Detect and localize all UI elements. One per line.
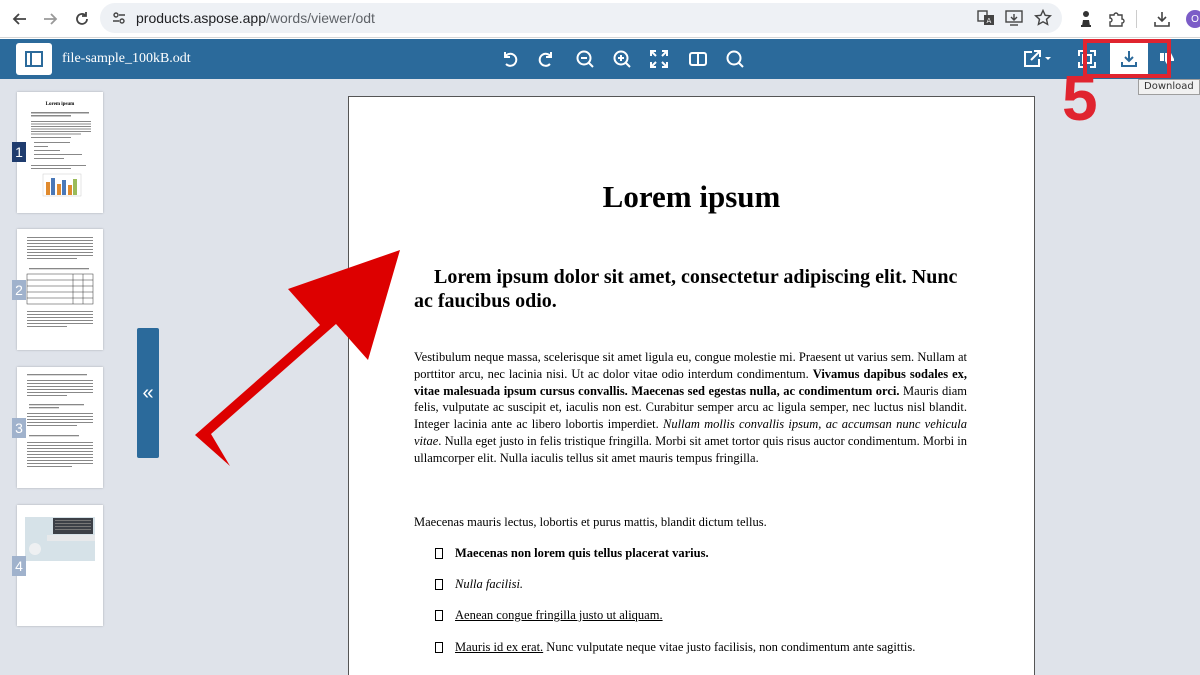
thumbnail-preview: [26, 237, 94, 327]
url-host: products.aspose.app: [136, 10, 266, 26]
download-icon: [1121, 51, 1137, 67]
zoom-in-icon[interactable]: [610, 47, 634, 71]
back-arrow-icon[interactable]: [8, 7, 32, 31]
download-button[interactable]: [1110, 42, 1148, 76]
svg-text:Lorem ipsum: Lorem ipsum: [46, 102, 75, 107]
bullet-glyph: [435, 579, 443, 590]
fit-page-icon[interactable]: [647, 47, 671, 71]
paragraph-1: Vestibulum neque massa, scelerisque sit …: [414, 349, 967, 467]
document-page: Lorem ipsum Lorem ipsum dolor sit amet, …: [348, 96, 1035, 675]
list-item-text: Maecenas non lorem quis tellus placerat …: [455, 546, 709, 560]
list-item: Maecenas non lorem quis tellus placerat …: [435, 545, 965, 562]
list-item-text: Nunc vulputate neque vitae justo facilis…: [543, 640, 916, 654]
list-item-text: Nulla facilisi.: [455, 577, 524, 591]
list-item-text: Aenean congue fringilla justo ut aliquam…: [455, 608, 663, 622]
toolbar-divider: [1136, 10, 1137, 28]
browser-toolbar: products.aspose.app/words/viewer/odt A O: [0, 0, 1200, 38]
downloads-icon[interactable]: [1150, 7, 1174, 31]
list-item: Mauris id ex erat. Nunc vulputate neque …: [435, 639, 965, 656]
paragraph-2: Maecenas mauris lectus, lobortis et puru…: [414, 515, 767, 529]
open-external-icon: [1024, 50, 1051, 67]
address-bar[interactable]: products.aspose.app/words/viewer/odt A: [100, 3, 1062, 33]
bullet-glyph: [435, 548, 443, 559]
bullet-glyph: [435, 610, 443, 621]
document-title: Lorem ipsum: [602, 179, 781, 214]
document-heading: Lorem ipsum dolor sit amet, consectetur …: [414, 266, 958, 312]
sidebar-toggle-button[interactable]: [16, 43, 52, 75]
list-item-underlined-text: Mauris id ex erat.: [455, 640, 544, 654]
thumbnail-preview: [27, 374, 93, 467]
zoom-out-icon[interactable]: [573, 47, 597, 71]
download-tooltip: Download: [1138, 79, 1200, 95]
search-icon[interactable]: [723, 47, 747, 71]
page-thumbnail-2[interactable]: [17, 229, 103, 350]
install-app-icon[interactable]: [1005, 9, 1023, 32]
bookmark-star-icon[interactable]: [1033, 8, 1053, 32]
feedback-thumb-icon[interactable]: [1155, 47, 1179, 71]
page-number-badge: 1: [12, 142, 26, 162]
page-number-badge: 2: [12, 280, 26, 300]
viewer-workspace: Lorem ipsum 1 2 3 4 « Lorem ipsum Lorem …: [0, 79, 1200, 675]
url-path: /words/viewer/odt: [265, 10, 375, 26]
reload-icon[interactable]: [70, 7, 94, 31]
page-thumbnail-1[interactable]: Lorem ipsum: [17, 92, 103, 213]
thumbnail-preview: [25, 517, 95, 561]
file-name: file-sample_100kB.odt: [62, 51, 191, 66]
site-settings-icon[interactable]: [111, 10, 127, 31]
paragraph-text: . Nulla eget justo in felis tristique fr…: [414, 433, 967, 465]
extensions-puzzle-icon[interactable]: [1104, 7, 1128, 31]
collapse-sidebar-button[interactable]: «: [137, 328, 159, 458]
profile-initial: O: [1191, 13, 1199, 25]
page-number-badge: 4: [12, 556, 26, 576]
page-thumbnail-4[interactable]: [17, 505, 103, 626]
chess-extension-icon[interactable]: [1074, 7, 1098, 31]
url-text: products.aspose.app/words/viewer/odt: [136, 10, 375, 26]
double-chevron-left-icon: «: [142, 381, 154, 404]
redo-rotate-icon[interactable]: [534, 47, 558, 71]
profile-avatar[interactable]: O: [1186, 10, 1200, 28]
open-external-dropdown[interactable]: [1020, 47, 1056, 71]
translate-icon[interactable]: A: [977, 9, 995, 32]
page-number-badge: 3: [12, 418, 26, 438]
forward-arrow-icon[interactable]: [38, 7, 62, 31]
list-item: Nulla facilisi.: [435, 576, 965, 593]
thumbnail-preview: Lorem ipsum: [31, 102, 91, 197]
svg-text:A: A: [987, 17, 992, 25]
list-item: Aenean congue fringilla justo ut aliquam…: [435, 607, 965, 624]
viewer-toolbar: file-sample_100kB.odt: [0, 39, 1200, 79]
bullet-glyph: [435, 642, 443, 653]
two-page-view-icon[interactable]: [686, 47, 710, 71]
page-thumbnail-3[interactable]: [17, 367, 103, 488]
step-number-label: 5: [1062, 62, 1098, 134]
undo-rotate-icon[interactable]: [498, 47, 522, 71]
sidebar-panel-icon: [25, 51, 43, 67]
